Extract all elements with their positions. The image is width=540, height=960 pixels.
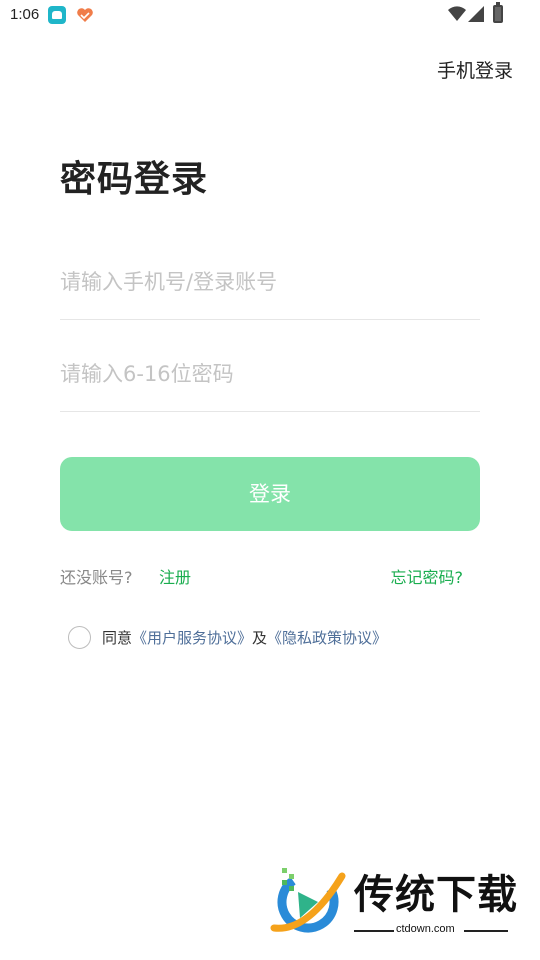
- phone-login-link[interactable]: 手机登录: [437, 56, 513, 83]
- status-time: 1:06: [10, 6, 40, 23]
- no-account-text: 还没账号?: [60, 568, 133, 587]
- agreement-conjunction: 及: [252, 628, 268, 647]
- watermark: 传统下载 ctdown.com: [268, 862, 518, 938]
- agreement-text: 同意《用户服务协议》及《隐私政策协议》: [102, 627, 387, 648]
- register-link[interactable]: 注册: [159, 564, 191, 588]
- agreement-prefix: 同意: [102, 628, 133, 647]
- account-field: [60, 244, 480, 320]
- agreement-row: 同意《用户服务协议》及《隐私政策协议》: [68, 625, 387, 649]
- status-bar: 1:06: [0, 0, 540, 30]
- watermark-brand: 传统下载: [354, 872, 518, 918]
- agreement-checkbox[interactable]: [68, 625, 91, 649]
- signal-icon: [468, 6, 484, 22]
- forgot-password-link[interactable]: 忘记密码?: [391, 564, 464, 588]
- watermark-divider-right: [464, 930, 508, 932]
- app-heart-icon: [76, 6, 94, 24]
- app-icon: [48, 6, 66, 24]
- privacy-policy-link[interactable]: 《隐私政策协议》: [267, 629, 387, 647]
- password-input[interactable]: [60, 336, 480, 411]
- page-title: 密码登录: [60, 159, 209, 200]
- battery-icon: [493, 2, 503, 23]
- watermark-divider-left: [354, 930, 394, 932]
- watermark-logo-icon: [268, 862, 348, 938]
- password-field: [60, 336, 480, 412]
- account-input[interactable]: [60, 244, 480, 319]
- wifi-icon: [448, 6, 466, 22]
- watermark-domain: ctdown.com: [396, 923, 455, 935]
- user-agreement-link[interactable]: 《用户服务协议》: [132, 629, 252, 647]
- login-button[interactable]: 登录: [60, 457, 480, 531]
